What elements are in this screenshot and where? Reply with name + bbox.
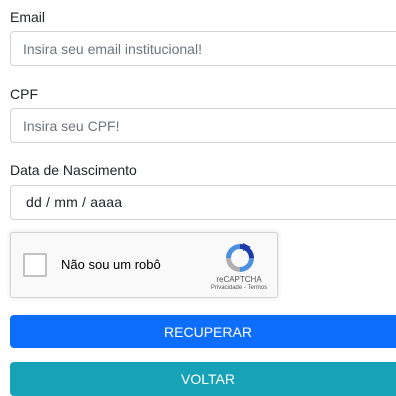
- cpf-input[interactable]: [10, 108, 396, 143]
- recaptcha-widget: Não sou um robô reCAPTCHA Privacidade - …: [10, 232, 278, 298]
- birthdate-label: Data de Nascimento: [10, 162, 137, 178]
- recaptcha-checkbox-label: Não sou um robô: [61, 257, 161, 272]
- recaptcha-links[interactable]: Privacidade - Termos: [197, 285, 281, 291]
- cpf-label: CPF: [10, 86, 38, 102]
- recaptcha-checkbox[interactable]: [23, 253, 47, 277]
- recaptcha-brand: reCAPTCHA: [216, 275, 262, 284]
- recaptcha-logo-icon: [226, 243, 254, 272]
- email-input[interactable]: [10, 31, 396, 66]
- email-label: Email: [10, 9, 46, 25]
- recover-button[interactable]: RECUPERAR: [10, 315, 396, 348]
- back-button[interactable]: VOLTAR: [10, 362, 396, 396]
- birthdate-placeholder: dd / mm / aaaa: [26, 194, 123, 210]
- birthdate-input[interactable]: dd / mm / aaaa: [10, 185, 396, 220]
